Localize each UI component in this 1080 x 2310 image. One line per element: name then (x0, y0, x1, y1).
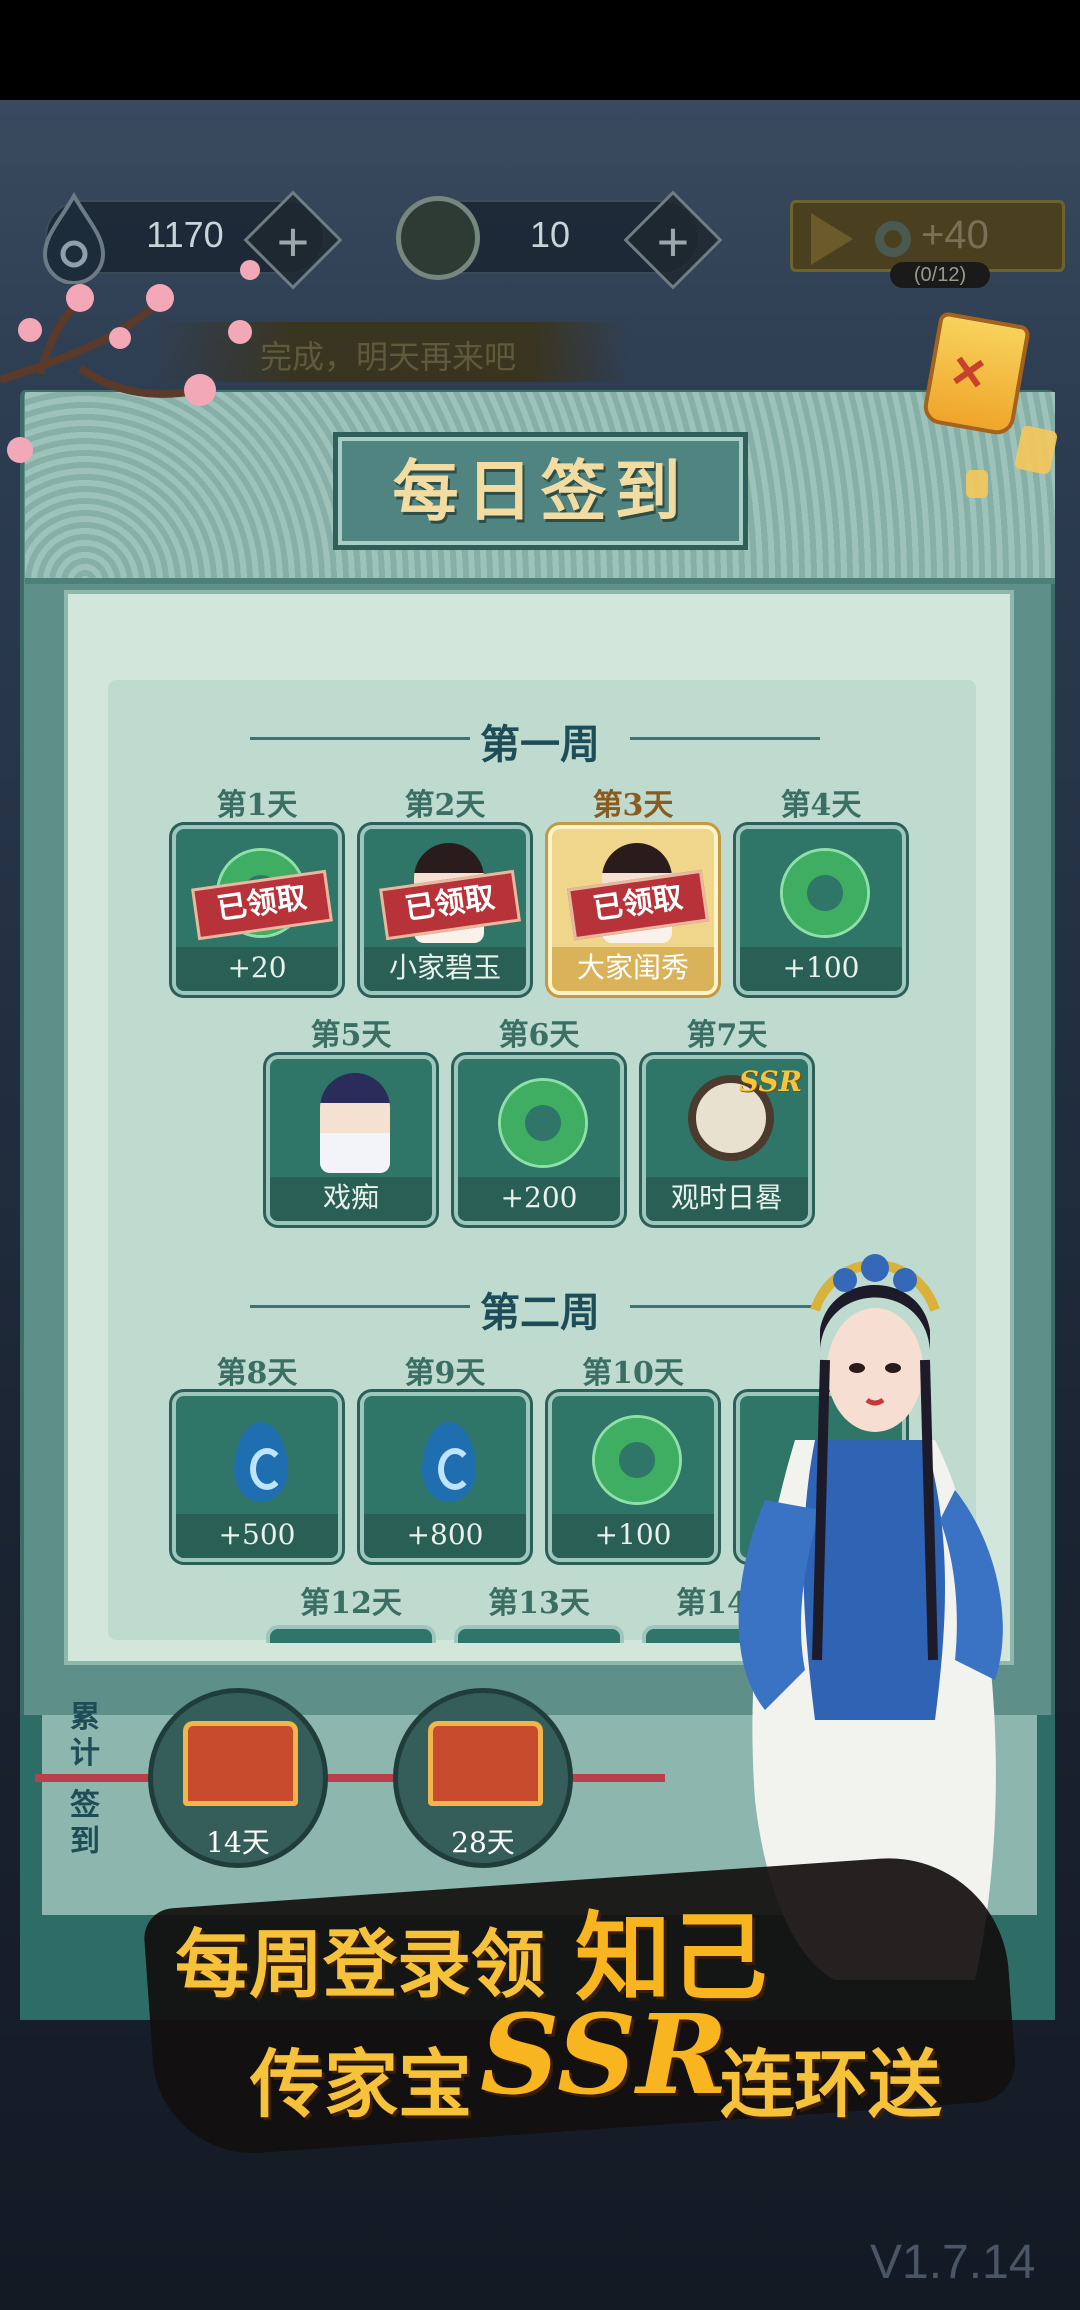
claimed-stamp: 已领取 (379, 869, 521, 941)
reward-amount: 戏痴 (270, 1177, 432, 1221)
day-label: 第1天 (216, 788, 298, 823)
chest-28-days[interactable]: 28天 (393, 1688, 573, 1868)
week-title: 第一周 (480, 721, 600, 768)
ssr-badge: SSR (738, 1065, 802, 1098)
close-icon: × (947, 337, 991, 406)
day-label: 第6天 (498, 1018, 580, 1053)
reward-amount: 大家闺秀 (552, 947, 714, 991)
reward-card-day13[interactable] (454, 1625, 624, 1643)
reward-amount: 观时日晷 (646, 1177, 808, 1221)
opera-portrait-icon (320, 1073, 390, 1173)
version-label: V1.7.14 (870, 2236, 1036, 2289)
close-button[interactable]: × (920, 310, 1032, 438)
promo-ssr-text: SSR (480, 1990, 728, 2119)
day-label: 第4天 (780, 788, 862, 823)
plus-icon: + (656, 210, 690, 274)
day-label: 第12天 (300, 1586, 402, 1621)
reward-amount: +500 (176, 1514, 338, 1558)
day-label: 第10天 (582, 1356, 684, 1391)
reward-card-day2[interactable]: 已领取 小家碧玉 (360, 825, 530, 995)
game-screen: 1170 + 10 + +40 (0/12) 完成，明天再来吧 每日签到 × 第… (0, 0, 1080, 2310)
signin-label: 签到 (70, 1788, 100, 1859)
jade-ring-icon (595, 1418, 679, 1502)
reward-amount: 小家碧玉 (364, 947, 526, 991)
reward-card-day7[interactable]: SSR 观时日晷 (642, 1055, 812, 1225)
video-bonus-value: +40 (921, 213, 989, 257)
reward-amount: +100 (740, 947, 902, 991)
day-label: 第13天 (488, 1586, 590, 1621)
reward-card-day8[interactable]: +500 (172, 1392, 342, 1562)
plum-blossom-icon (0, 260, 260, 463)
reward-card-day9[interactable]: +800 (360, 1392, 530, 1562)
claimed-stamp: 已领取 (567, 869, 709, 941)
panel-title-plate: 每日签到 (333, 432, 748, 550)
play-icon (811, 213, 853, 265)
claimed-stamp: 已领取 (191, 869, 333, 941)
water-drop-icon (234, 1422, 288, 1502)
reward-amount: +200 (458, 1177, 620, 1221)
day-label: 第8天 (216, 1356, 298, 1391)
chest-days-label: 28天 (451, 1826, 515, 1859)
chest-days-label: 14天 (206, 1826, 270, 1859)
reward-amount: +100 (552, 1514, 714, 1558)
cumulative-label: 累计 (70, 1700, 100, 1771)
reward-card-day10[interactable]: +100 (548, 1392, 718, 1562)
reward-card-day3[interactable]: 已领取 大家闺秀 (548, 825, 718, 995)
reward-amount: +800 (364, 1514, 526, 1558)
reward-card-day4[interactable]: +100 (736, 825, 906, 995)
promo-line2-tail: 连环送 (720, 2042, 942, 2128)
lantern-icon (966, 470, 988, 498)
page-title: 每日签到 (392, 452, 689, 530)
day-label: 第2天 (404, 788, 486, 823)
reward-card-day6[interactable]: +200 (454, 1055, 624, 1225)
reward-amount: +20 (176, 947, 338, 991)
jade-ring-icon (501, 1081, 585, 1165)
chest-14-days[interactable]: 14天 (148, 1688, 328, 1868)
reward-card-day1[interactable]: 已领取 +20 (172, 825, 342, 995)
day-label: 第3天 (592, 788, 674, 823)
water-drop-icon (422, 1422, 476, 1502)
promo-line2-text: 传家宝 (250, 2042, 472, 2128)
jade-coin-icon (875, 221, 911, 257)
day-label: 第9天 (404, 1356, 486, 1391)
treasure-chest-icon (428, 1721, 543, 1806)
reward-card-day5[interactable]: 戏痴 (266, 1055, 436, 1225)
jade-ring-icon (783, 851, 867, 935)
video-bonus-progress: (0/12) (890, 262, 990, 288)
day-label: 第7天 (686, 1018, 768, 1053)
treasure-chest-icon (183, 1721, 298, 1806)
day-label: 第5天 (310, 1018, 392, 1053)
reward-card-day12[interactable] (266, 1625, 436, 1643)
